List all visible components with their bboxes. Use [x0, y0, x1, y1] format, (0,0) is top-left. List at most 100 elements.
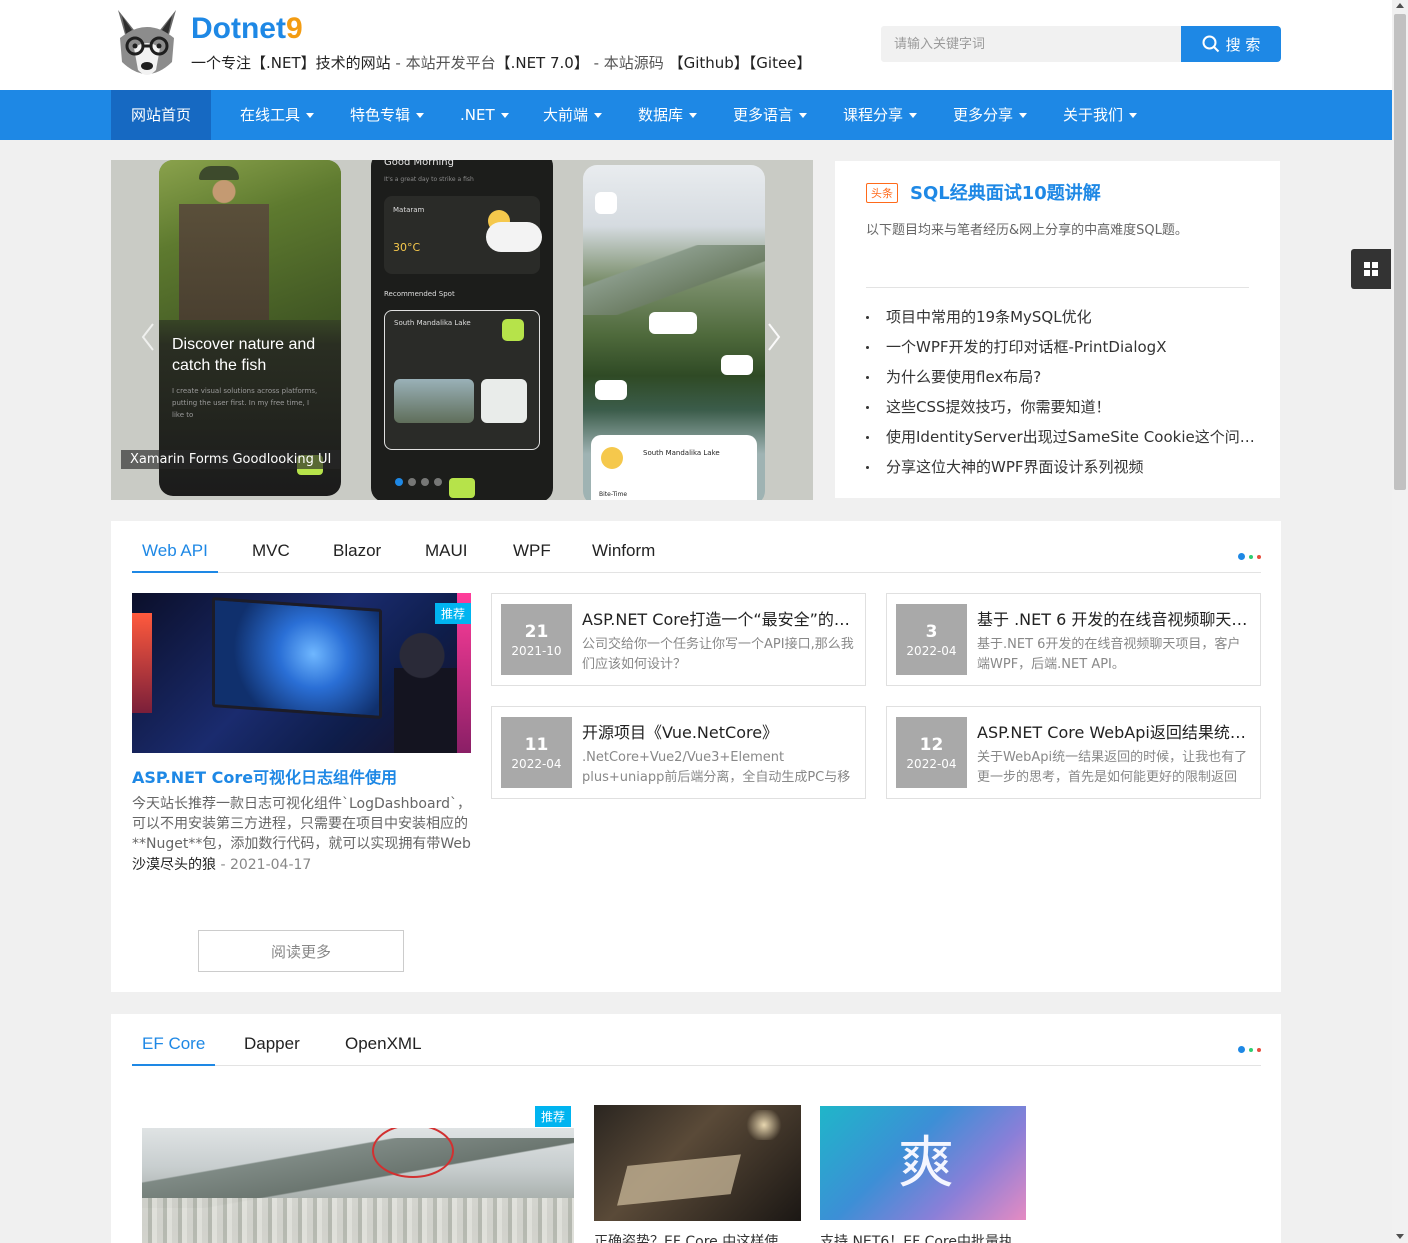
tab-blazor[interactable]: Blazor	[323, 541, 391, 573]
fisherman-figure	[179, 174, 269, 320]
fisherman-cap	[199, 166, 239, 180]
feature-thumbnail[interactable]: 推荐	[132, 593, 471, 753]
cloud-icon	[486, 222, 542, 252]
section-orm: EF Core Dapper OpenXML 推荐 爽 正确姿势？EF Core…	[111, 1014, 1281, 1243]
card-title[interactable]: 基于 .NET 6 开发的在线音视频聊天项目	[977, 606, 1249, 630]
list-item[interactable]: 一个WPF开发的打印对话框-PrintDialogX	[866, 332, 1256, 362]
tab-winform[interactable]: Winform	[582, 541, 665, 573]
mountain-shape	[583, 245, 765, 315]
nav-item-home[interactable]: 网站首页	[111, 90, 212, 140]
article-card[interactable]: 122022-04 ASP.NET Core WebApi返回结果统一包装实践 …	[886, 706, 1261, 799]
weather-card: Mataram 30°C	[384, 196, 542, 274]
tab-dapper[interactable]: Dapper	[234, 1034, 310, 1066]
tab-web-api[interactable]: Web API	[132, 541, 218, 573]
tagline-platform-label: - 本站开发平台	[390, 54, 496, 72]
feature-title[interactable]: ASP.NET Core可视化日志组件使用	[132, 764, 397, 788]
spot-name: South Mandalika Lake	[394, 319, 471, 327]
list-item[interactable]: 这些CSS提效技巧，你需要知道！	[866, 392, 1256, 422]
date-year-month: 2022-04	[906, 644, 957, 658]
nav-item-albums[interactable]: 特色专辑	[350, 90, 425, 140]
card-desc: 关于WebApi统一结果返回的时候，让我也有了更一步的思考，首先是如何能更好的限…	[977, 750, 1248, 785]
chevron-left-icon[interactable]	[141, 322, 155, 352]
article-card[interactable]: 11 2022-04 开源项目《Vue.NetCore》 .NetCore+Vue…	[491, 706, 866, 799]
tab-openxml[interactable]: OpenXML	[335, 1034, 432, 1066]
list-item[interactable]: 分享这位大神的WPF界面设计系列视频	[866, 452, 1256, 482]
read-more-button[interactable]: 阅读更多	[198, 930, 404, 972]
nav-item-label: 特色专辑	[350, 106, 411, 124]
nav-item-label: 数据库	[638, 106, 684, 124]
tab-maui[interactable]: MAUI	[415, 541, 478, 573]
search-button[interactable]: 搜 索	[1181, 26, 1281, 62]
headline-tag: 头条	[866, 183, 898, 203]
article-caption[interactable]: 支持.NET6！EF Core中批量执	[820, 1231, 1013, 1243]
card-title[interactable]: ASP.NET Core WebApi返回结果统一包装实践	[977, 719, 1249, 743]
carousel-dot[interactable]	[395, 478, 403, 486]
section-tabs: EF Core Dapper OpenXML	[132, 1014, 1261, 1066]
lamp-glow	[744, 1110, 784, 1140]
article-thumbnail[interactable]	[594, 1105, 801, 1221]
list-item[interactable]: 为什么要使用flex布局?	[866, 362, 1256, 392]
article-thumbnail[interactable]	[142, 1128, 574, 1243]
nav-item-courses[interactable]: 课程分享	[843, 90, 918, 140]
scroll-down-arrow-icon[interactable]	[1396, 1234, 1404, 1239]
nav-item-more-shares[interactable]: 更多分享	[953, 90, 1028, 140]
nav-item-tools[interactable]: 在线工具	[240, 90, 315, 140]
article-card[interactable]: 21 2021-10 ASP.NET Core打造一个“最安全”的api接口 公司…	[491, 593, 866, 686]
carousel-dot[interactable]	[408, 478, 416, 486]
nav-item-label: 课程分享	[843, 106, 904, 124]
caret-down-icon	[909, 113, 918, 118]
article-card[interactable]: 3 2022-04 基于 .NET 6 开发的在线音视频聊天项目 基于.NET 6…	[886, 593, 1261, 686]
carousel-dot[interactable]	[421, 478, 429, 486]
nav-item-languages[interactable]: 更多语言	[733, 90, 808, 140]
hero-carousel[interactable]: Discover nature and catch the fish I cre…	[111, 160, 813, 500]
slide-hero-text: Discover nature and catch the fish	[172, 336, 316, 374]
date-box: 12 2022-04	[896, 717, 967, 788]
wolf-logo-icon[interactable]	[112, 8, 182, 82]
nav-item-about[interactable]: 关于我们	[1063, 90, 1138, 140]
tab-mvc[interactable]: MVC	[242, 541, 300, 573]
floating-menu-button[interactable]	[1351, 249, 1391, 289]
card-title[interactable]: ASP.NET Core打造一个“最安全”的api接口	[582, 606, 854, 630]
recommend-badge: 推荐	[434, 603, 471, 624]
chevron-right-icon[interactable]	[767, 322, 781, 352]
slide-greeting: Good Morning	[384, 160, 454, 168]
fish-tag	[721, 355, 753, 375]
feature-date: - 2021-04-17	[216, 857, 312, 873]
article-caption[interactable]: 正确姿势？EF Core 中这样使	[594, 1231, 778, 1243]
tagline-source-links[interactable]: 【Github】【Gitee】	[669, 54, 812, 72]
page-scrollbar[interactable]	[1392, 0, 1408, 1243]
tagline-platform-link[interactable]: 【.NET 7.0】	[496, 54, 589, 72]
search-button-label: 搜 索	[1225, 35, 1261, 54]
card-desc: 基于.NET 6开发的在线音视频聊天项目，客户端WPF，后端.NET API。	[977, 637, 1241, 672]
nav-item-database[interactable]: 数据库	[638, 90, 698, 140]
list-item[interactable]: 使用IdentityServer出现过SameSite Cookie这个问题..…	[866, 422, 1256, 452]
scroll-thumb[interactable]	[1394, 14, 1406, 490]
carousel-indicators	[395, 478, 442, 486]
divider	[866, 287, 1249, 288]
tab-ef-core[interactable]: EF Core	[132, 1034, 216, 1066]
nav-item-dotnet[interactable]: .NET	[460, 90, 509, 140]
feature-meta: 沙漠尽头的狼 - 2021-04-17	[132, 854, 311, 874]
article-thumbnail[interactable]: 爽	[820, 1106, 1026, 1220]
tab-wpf[interactable]: WPF	[503, 541, 561, 573]
nav-item-frontend[interactable]: 大前端	[543, 90, 603, 140]
scroll-up-arrow-icon[interactable]	[1396, 3, 1404, 8]
brand-suffix: 9	[285, 12, 303, 45]
headline-title[interactable]: SQL经典面试10题讲解	[910, 179, 1101, 205]
nav-item-label: .NET	[460, 106, 495, 124]
site-brand[interactable]: Dotnet9	[191, 12, 303, 46]
search-input[interactable]	[881, 26, 1181, 62]
carousel-dot[interactable]	[434, 478, 442, 486]
date-day: 3	[925, 622, 938, 642]
person-silhouette	[394, 623, 464, 753]
feature-author[interactable]: 沙漠尽头的狼	[132, 857, 216, 873]
carousel-caption[interactable]: Xamarin Forms Goodlooking UI	[121, 450, 341, 469]
list-item[interactable]: 项目中常用的19条MySQL优化	[866, 302, 1256, 332]
card-desc: 公司交给你一个任务让你写一个API接口,那么我们应该如何设计？	[582, 637, 854, 672]
nav-item-label: 大前端	[543, 106, 589, 124]
brand-main: Dotnet	[191, 12, 286, 45]
card-title[interactable]: 开源项目《Vue.NetCore》	[582, 719, 854, 743]
card-desc: .NetCore+Vue2/Vue3+Element plus+uniapp前后…	[582, 750, 851, 785]
search-icon	[1202, 35, 1219, 53]
slide-greeting-sub: It's a great day to strike a fish	[384, 176, 474, 183]
